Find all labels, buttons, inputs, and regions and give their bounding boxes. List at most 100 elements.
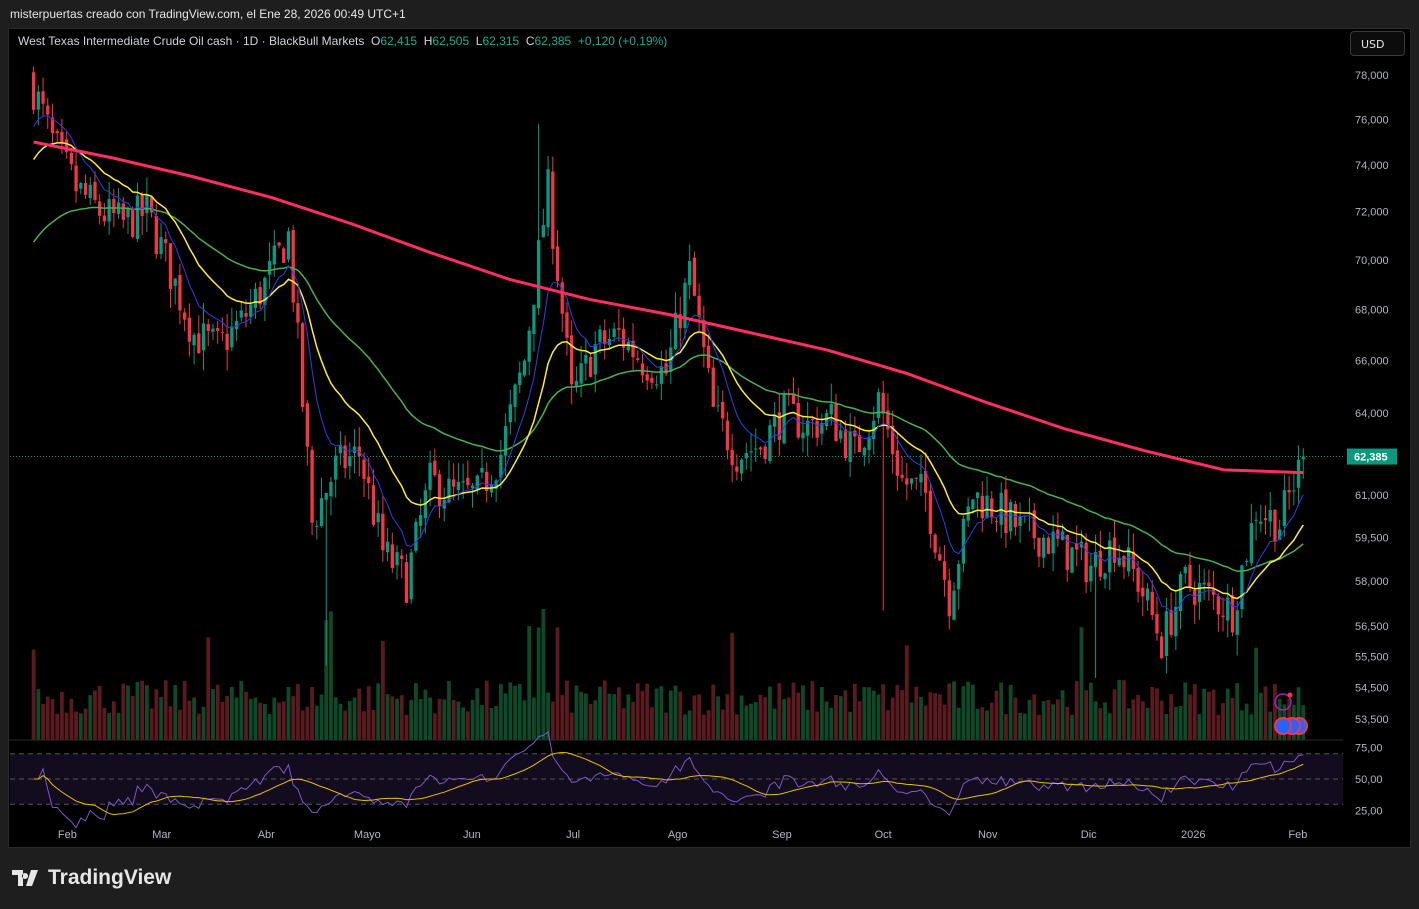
volume-bar — [593, 700, 598, 740]
candle-body — [541, 225, 546, 238]
candle-body — [334, 455, 338, 480]
candle-body — [286, 231, 291, 260]
candle-body — [933, 534, 937, 553]
candle-body — [249, 304, 253, 317]
close-value: 62,385 — [534, 34, 572, 48]
candle-body — [98, 201, 102, 216]
volume-bar — [904, 645, 909, 740]
candle-body — [418, 515, 423, 526]
volume-bar — [50, 698, 55, 740]
candle-body — [503, 425, 508, 456]
volume-bar — [994, 690, 999, 740]
candle-body — [527, 330, 531, 362]
volume-bar — [612, 694, 617, 740]
candle-body — [971, 499, 975, 510]
time-axis-label: Ago — [668, 829, 688, 841]
price-tick-label: 72,000 — [1355, 207, 1389, 219]
brand-name: TradingView — [48, 866, 172, 889]
candle-body — [593, 344, 597, 375]
candle-body — [385, 541, 390, 553]
candle-body — [843, 429, 848, 459]
candle-body — [409, 552, 413, 600]
candle-body — [744, 453, 748, 459]
volume-bar — [1254, 647, 1258, 740]
volume-bar — [1037, 714, 1041, 740]
candle-body — [881, 392, 885, 414]
time-axis-label: Abr — [258, 829, 275, 841]
candle-body — [1197, 582, 1202, 602]
volume-bar — [867, 687, 871, 740]
volume-bar — [659, 686, 664, 740]
volume-bar — [720, 709, 725, 740]
candle-body — [1141, 587, 1145, 597]
volume-bar — [399, 695, 404, 740]
candle-body — [513, 384, 517, 407]
price-chart[interactable]: 78,000 76,000 74,000 72,000 70,000 68,000 66,0… — [0, 0, 1419, 909]
volume-bar — [74, 711, 78, 740]
volume-bar — [734, 714, 739, 740]
candle-body — [900, 474, 904, 478]
volume-bar — [494, 705, 499, 740]
volume-bar — [140, 680, 145, 740]
low-value: 62,315 — [482, 34, 520, 48]
candle-body — [909, 478, 914, 484]
currency-button[interactable]: USD — [1350, 31, 1405, 56]
volume-bar — [536, 627, 541, 740]
volume-bar — [999, 682, 1004, 740]
candle-body — [1230, 595, 1235, 633]
candle-body — [706, 345, 711, 369]
volume-bar — [423, 689, 428, 740]
volume-bar — [1055, 699, 1060, 740]
volume-bar — [871, 690, 876, 740]
volume-bar — [498, 684, 503, 740]
volume-bar — [470, 699, 475, 740]
volume-bar — [310, 686, 314, 740]
candle-body — [282, 248, 286, 263]
volume-bar — [484, 680, 489, 740]
candle-body — [990, 498, 994, 518]
candle-body — [782, 393, 786, 444]
candle-body — [763, 446, 767, 459]
volume-bar — [418, 699, 423, 740]
candle-body — [390, 544, 394, 568]
volume-bar — [192, 697, 196, 740]
volume-bar — [220, 701, 225, 740]
volume-bar — [640, 690, 645, 740]
volume-bar — [1112, 689, 1117, 740]
volume-bar — [749, 703, 753, 740]
volume-bar — [229, 686, 234, 740]
candle-body — [659, 366, 664, 384]
candle-body — [612, 328, 616, 337]
volume-bar — [239, 680, 244, 740]
volume-bar — [857, 701, 862, 740]
volume-bar — [598, 686, 602, 740]
candle-body — [938, 554, 942, 561]
volume-bar — [347, 700, 352, 740]
volume-bar — [126, 685, 130, 740]
candle-body — [414, 521, 418, 551]
tradingview-logo[interactable]: TradingView — [12, 866, 171, 890]
volume-bar — [130, 695, 135, 740]
volume-bar — [480, 705, 484, 740]
candle-body — [815, 420, 819, 438]
volume-bar — [116, 712, 121, 740]
volume-bar — [159, 697, 163, 740]
volume-bar — [352, 697, 357, 740]
candle-body — [277, 242, 281, 246]
volume-bar — [574, 685, 579, 740]
candle-body — [570, 335, 574, 385]
candle-body — [112, 199, 116, 214]
candle-body — [1037, 537, 1041, 557]
candle-body — [768, 425, 772, 462]
volume-bar — [211, 689, 215, 740]
volume-bar — [371, 709, 376, 740]
volume-bar — [1183, 682, 1188, 740]
volume-bar — [753, 702, 758, 740]
candle-body — [508, 404, 512, 423]
volume-bar — [1145, 707, 1150, 740]
candle-body — [88, 184, 92, 199]
candle-body — [362, 459, 366, 479]
volume-bar — [654, 688, 659, 740]
volume-bar — [815, 711, 820, 740]
candle-body — [36, 91, 40, 110]
